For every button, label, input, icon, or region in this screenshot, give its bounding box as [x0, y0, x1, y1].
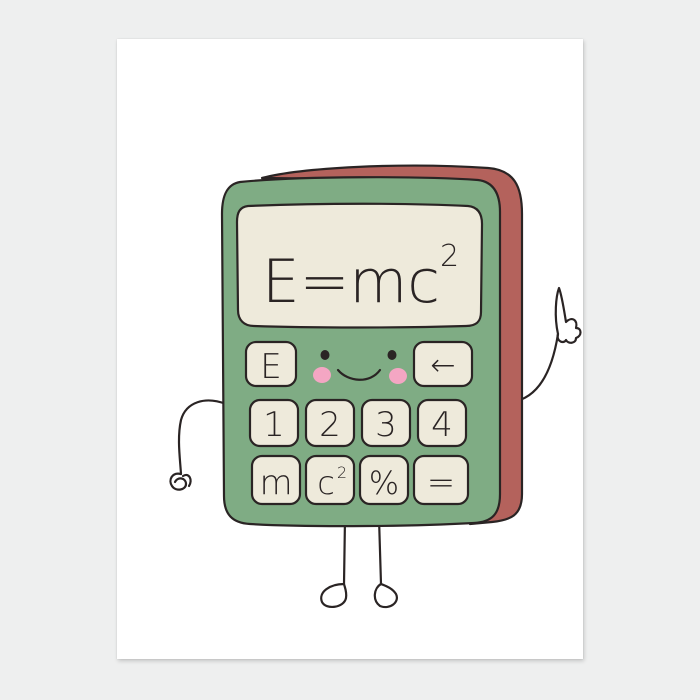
key-1-label: 1	[263, 405, 285, 445]
key-m-label: m	[259, 463, 292, 503]
backspace-key[interactable]: ←	[412, 340, 474, 388]
key-equals[interactable]: =	[412, 454, 470, 506]
key-4[interactable]: 4	[416, 398, 468, 448]
key-3-label: 3	[375, 405, 397, 445]
key-4-label: 4	[431, 405, 453, 445]
key-2-label: 2	[319, 405, 341, 445]
display-formula: E=mc	[262, 247, 440, 317]
e-key[interactable]: E	[244, 340, 298, 388]
e-key-label: E	[260, 347, 281, 387]
key-percent-label: %	[369, 464, 399, 502]
calculator-illustration: E=mc 2 E ← 1 2 3 4 m c 2 % =	[169, 164, 582, 609]
key-m[interactable]: m	[250, 454, 302, 506]
left-arrow-icon: ←	[430, 348, 455, 383]
key-c-exponent: 2	[337, 463, 347, 482]
key-c-label: c	[317, 464, 335, 502]
right-eye	[387, 350, 397, 360]
poster-scene: E=mc 2 E ← 1 2 3 4 m c 2 % =	[0, 0, 700, 700]
legs	[320, 516, 398, 609]
key-1[interactable]: 1	[248, 398, 300, 448]
key-3[interactable]: 3	[360, 398, 412, 448]
key-percent[interactable]: %	[358, 454, 410, 506]
left-arm	[169, 399, 228, 491]
left-eye	[320, 350, 330, 360]
key-2[interactable]: 2	[304, 398, 356, 448]
key-equals-label: =	[427, 463, 456, 503]
right-cheek	[389, 368, 407, 384]
display-exponent: 2	[440, 239, 459, 274]
left-cheek	[313, 367, 331, 383]
key-c-squared[interactable]: c 2	[304, 454, 356, 506]
